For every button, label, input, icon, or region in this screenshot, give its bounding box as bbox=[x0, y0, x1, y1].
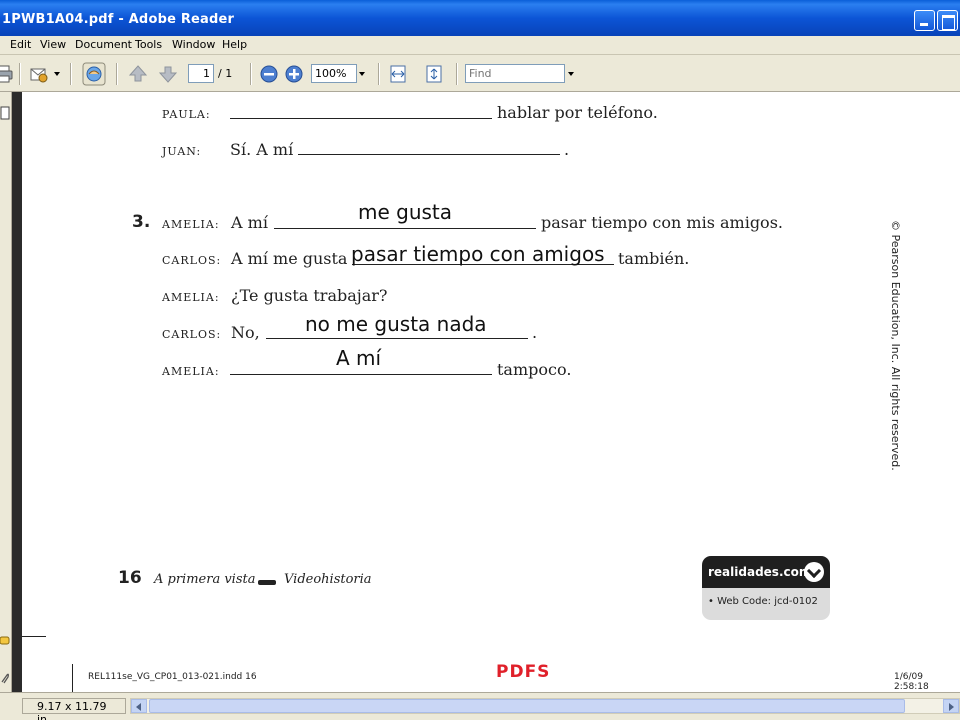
dialogue-text: también. bbox=[618, 249, 690, 268]
dialogue-text: A mí me gusta bbox=[231, 249, 348, 268]
speaker-label: AMELIA: bbox=[162, 365, 220, 378]
realidades-header: realidades.com bbox=[702, 556, 830, 588]
menu-bar: Edit View Document Tools Window Help bbox=[0, 36, 960, 55]
maximize-button[interactable] bbox=[937, 10, 958, 31]
answer-text: no me gusta nada bbox=[305, 312, 487, 336]
page-size: 9.17 x 11.79 in bbox=[22, 698, 126, 720]
blank-line bbox=[274, 228, 536, 229]
crop-mark bbox=[72, 664, 73, 692]
copyright-notice: © Pearson Education, Inc. All rights res… bbox=[889, 220, 902, 471]
scroll-left-button[interactable] bbox=[131, 699, 147, 713]
toolbar-separator bbox=[456, 63, 458, 85]
web-code: • Web Code: jcd-0102 bbox=[708, 596, 818, 607]
page-number-input[interactable]: 1 bbox=[188, 64, 214, 83]
answer-text: me gusta bbox=[358, 200, 453, 224]
realidades-badge: realidades.com • Web Code: jcd-0102 bbox=[702, 556, 830, 620]
speaker-label: AMELIA: bbox=[162, 218, 220, 231]
fit-page-icon[interactable] bbox=[424, 64, 444, 84]
dialogue-text: No, bbox=[231, 323, 260, 342]
blank-line bbox=[230, 118, 492, 119]
footer-section: A primera vista bbox=[154, 572, 256, 587]
check-icon bbox=[804, 562, 824, 582]
attachment-icon[interactable] bbox=[0, 672, 10, 684]
next-page-icon[interactable] bbox=[158, 64, 178, 84]
menu-edit[interactable]: Edit bbox=[10, 38, 31, 51]
toolbar-separator bbox=[116, 63, 118, 85]
dialogue-text: . bbox=[532, 323, 538, 342]
zoom-in-icon[interactable] bbox=[285, 65, 303, 83]
comment-icon[interactable] bbox=[0, 636, 10, 648]
dialogue-text: tampoco. bbox=[497, 360, 572, 379]
blank-line bbox=[266, 338, 528, 339]
page-number-label: 16 bbox=[118, 568, 142, 588]
toolbar: 1 / 1 100% bbox=[0, 55, 960, 92]
dialogue-text: . bbox=[564, 140, 570, 159]
dialogue-text: ¿Te gusta trabajar? bbox=[231, 286, 388, 305]
realidades-site: realidades.com bbox=[708, 565, 812, 579]
scroll-right-button[interactable] bbox=[943, 699, 959, 713]
dialogue-text: Sí. A mí bbox=[230, 140, 294, 159]
find-dropdown[interactable] bbox=[566, 64, 577, 83]
status-bar: 9.17 x 11.79 in bbox=[0, 692, 960, 720]
speaker-label: AMELIA: bbox=[162, 291, 220, 304]
footer-divider bbox=[258, 580, 276, 585]
document-page: PAULA: hablar por teléfono. JUAN: Sí. A … bbox=[22, 92, 960, 692]
menu-document[interactable]: Document bbox=[75, 38, 132, 51]
minimize-button[interactable] bbox=[914, 10, 935, 31]
fit-width-icon[interactable] bbox=[388, 64, 408, 84]
toolbar-separator bbox=[250, 63, 252, 85]
toolbar-separator bbox=[70, 63, 72, 85]
speaker-label: CARLOS: bbox=[162, 328, 222, 341]
scroll-thumb[interactable] bbox=[149, 699, 905, 713]
navigation-panel[interactable] bbox=[0, 92, 12, 692]
speaker-label: PAULA: bbox=[162, 108, 211, 121]
title-bar: 1PWB1A04.pdf - Adobe Reader bbox=[0, 0, 960, 36]
blank-line bbox=[230, 374, 492, 375]
horizontal-scrollbar[interactable] bbox=[130, 698, 960, 714]
dialogue-text: pasar tiempo con mis amigos. bbox=[541, 213, 783, 232]
speaker-label: CARLOS: bbox=[162, 254, 222, 267]
print-icon[interactable] bbox=[0, 64, 14, 84]
slug-filename: REL111se_VG_CP01_013-021.indd 16 bbox=[88, 672, 257, 682]
answer-text: pasar tiempo con amigos bbox=[351, 242, 605, 266]
email-icon[interactable] bbox=[29, 64, 49, 84]
menu-window[interactable]: Window bbox=[172, 38, 215, 51]
find-input[interactable] bbox=[465, 64, 565, 83]
blank-line bbox=[298, 154, 560, 155]
footer-subsection: Videohistoria bbox=[284, 572, 372, 587]
dialogue-text: hablar por teléfono. bbox=[497, 103, 658, 122]
window-title: 1PWB1A04.pdf - Adobe Reader bbox=[2, 12, 235, 27]
pages-icon[interactable] bbox=[0, 106, 10, 120]
zoom-dropdown[interactable] bbox=[357, 64, 368, 83]
email-dropdown[interactable] bbox=[52, 64, 63, 83]
answer-text: A mí bbox=[336, 346, 382, 370]
page-total: / 1 bbox=[218, 67, 233, 80]
prev-page-icon[interactable] bbox=[128, 64, 148, 84]
dialogue-text: A mí bbox=[231, 213, 268, 232]
menu-help[interactable]: Help bbox=[222, 38, 247, 51]
pdfs-stamp: PDFS bbox=[496, 662, 551, 682]
menu-tools[interactable]: Tools bbox=[135, 38, 162, 51]
speaker-label: JUAN: bbox=[162, 145, 202, 158]
zoom-level-input[interactable]: 100% bbox=[311, 64, 357, 83]
slug-date: 1/6/09 2:58:18 bbox=[894, 672, 929, 692]
menu-view[interactable]: View bbox=[40, 38, 66, 51]
crop-mark bbox=[22, 636, 46, 637]
hand-tool-icon[interactable] bbox=[82, 62, 106, 86]
exercise-number: 3. bbox=[132, 212, 151, 232]
toolbar-separator bbox=[19, 63, 21, 85]
toolbar-separator bbox=[378, 63, 380, 85]
panel-splitter[interactable] bbox=[12, 92, 22, 692]
zoom-out-icon[interactable] bbox=[260, 65, 278, 83]
